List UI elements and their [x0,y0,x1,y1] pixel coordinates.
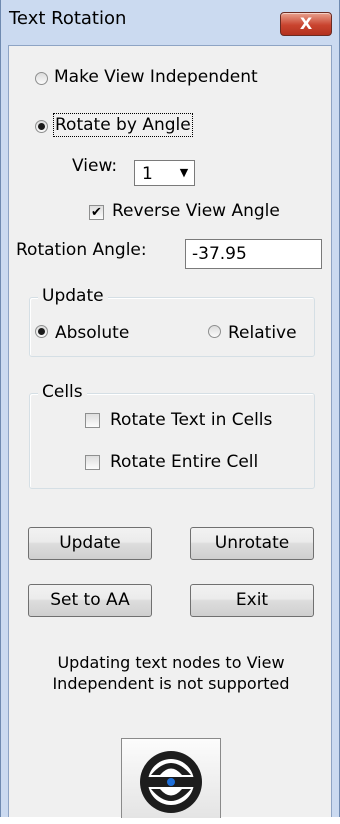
logo-icon [140,751,202,813]
title-bar[interactable]: Text Rotation X [1,0,339,36]
view-select-value: 1 [142,164,153,184]
update-button[interactable]: Update [28,527,152,560]
rotation-angle-input[interactable]: -37.95 [185,239,322,269]
make-view-independent-radio[interactable] [35,72,48,85]
view-select[interactable]: 1 ▼ [134,160,195,186]
radio-selected-dot [38,328,45,335]
relative-radio[interactable] [208,325,221,338]
rotate-text-in-cells-label[interactable]: Rotate Text in Cells [110,410,272,430]
absolute-label[interactable]: Absolute [55,323,129,343]
logo-button[interactable] [121,738,221,818]
unrotate-button[interactable]: Unrotate [190,527,314,560]
rotation-angle-label: Rotation Angle: [16,240,147,260]
rotate-entire-cell-checkbox[interactable] [85,455,100,470]
view-label: View: [72,156,118,176]
reverse-view-angle-checkbox[interactable]: ✔ [89,205,104,220]
relative-label[interactable]: Relative [228,323,297,343]
close-icon: X [299,14,313,33]
dialog-body: Make View Independent Rotate by Angle Vi… [8,45,332,818]
radio-selected-dot [38,123,45,130]
absolute-radio[interactable] [35,325,48,338]
rotate-by-angle-radio[interactable] [35,120,48,133]
rotate-text-in-cells-checkbox[interactable] [85,413,100,428]
reverse-view-angle-label[interactable]: Reverse View Angle [112,201,280,221]
chevron-down-icon[interactable]: ▼ [174,161,194,185]
window-title: Text Rotation [9,8,127,29]
unsupported-message: Updating text nodes to View Independent … [52,653,290,693]
make-view-independent-label[interactable]: Make View Independent [54,67,258,87]
rotation-angle-value: -37.95 [192,244,247,264]
set-to-aa-button[interactable]: Set to AA [28,584,152,617]
rotate-entire-cell-label[interactable]: Rotate Entire Cell [110,452,258,472]
exit-button[interactable]: Exit [190,584,314,617]
close-button[interactable]: X [280,12,332,36]
cells-group-legend: Cells [38,382,87,402]
rotate-by-angle-label[interactable]: Rotate by Angle [53,113,193,137]
cells-group [29,393,315,489]
dialog-window: Text Rotation X Make View Independent Ro… [0,0,340,818]
update-group-legend: Update [38,286,108,306]
